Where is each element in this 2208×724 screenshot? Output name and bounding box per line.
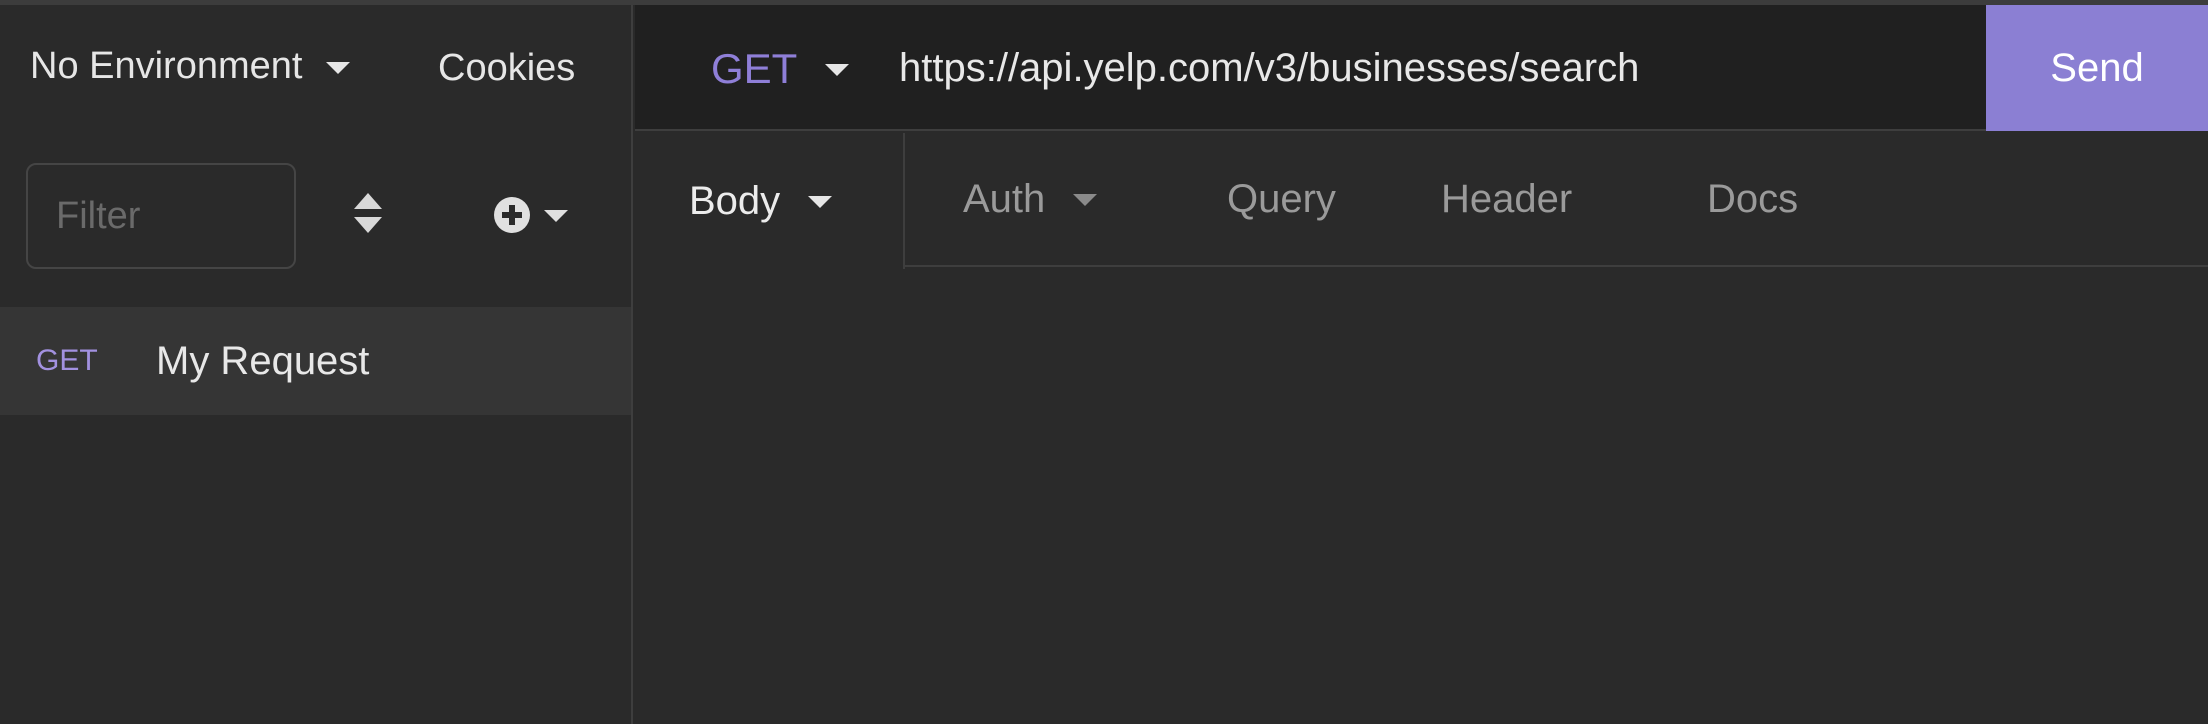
app-window: No Environment Cookies GET My Request GE… xyxy=(0,0,2208,724)
plus-circle-icon xyxy=(494,197,530,233)
request-pane: GET Send Body Auth Query Header Docs xyxy=(635,5,2208,724)
environment-dropdown[interactable]: No Environment xyxy=(30,45,351,88)
method-dropdown[interactable]: GET xyxy=(711,45,850,93)
tab-docs[interactable]: Docs xyxy=(1651,133,1863,267)
request-name: My Request xyxy=(156,338,370,383)
request-method-badge: GET xyxy=(36,344,98,377)
sort-icon[interactable] xyxy=(352,193,384,237)
tab-docs-label: Docs xyxy=(1707,176,1799,221)
environment-label: No Environment xyxy=(30,45,303,87)
method-label: GET xyxy=(711,45,798,92)
chevron-down-icon xyxy=(825,64,850,76)
request-tabs: Body Auth Query Header Docs xyxy=(635,133,2208,269)
filter-input[interactable] xyxy=(26,163,296,269)
tab-body-label: Body xyxy=(689,178,781,223)
sort-down-icon xyxy=(354,217,382,233)
url-bar: GET Send xyxy=(635,5,2208,131)
url-input[interactable] xyxy=(899,35,1899,101)
tab-header[interactable]: Header xyxy=(1399,133,1651,267)
request-list-item[interactable]: GET My Request xyxy=(0,307,631,415)
chevron-down-icon xyxy=(1073,194,1098,206)
environment-row: No Environment Cookies xyxy=(0,5,631,131)
tab-query-label: Query xyxy=(1227,176,1336,221)
tab-body[interactable]: Body xyxy=(635,133,905,269)
tab-header-label: Header xyxy=(1441,176,1573,221)
add-request-button[interactable] xyxy=(494,197,568,233)
sort-up-icon xyxy=(354,193,382,209)
chevron-down-icon xyxy=(544,210,568,222)
tab-query[interactable]: Query xyxy=(1169,133,1399,267)
send-button[interactable]: Send xyxy=(1986,5,2208,131)
filter-row xyxy=(0,131,631,291)
chevron-down-icon xyxy=(326,61,351,74)
tab-bar-filler xyxy=(1863,133,2208,267)
cookies-button[interactable]: Cookies xyxy=(438,47,575,90)
body-editor[interactable] xyxy=(635,269,2208,724)
sidebar: No Environment Cookies GET My Request xyxy=(0,5,633,724)
tab-auth[interactable]: Auth xyxy=(905,133,1169,267)
tab-auth-label: Auth xyxy=(963,176,1046,221)
chevron-down-icon xyxy=(808,196,833,208)
